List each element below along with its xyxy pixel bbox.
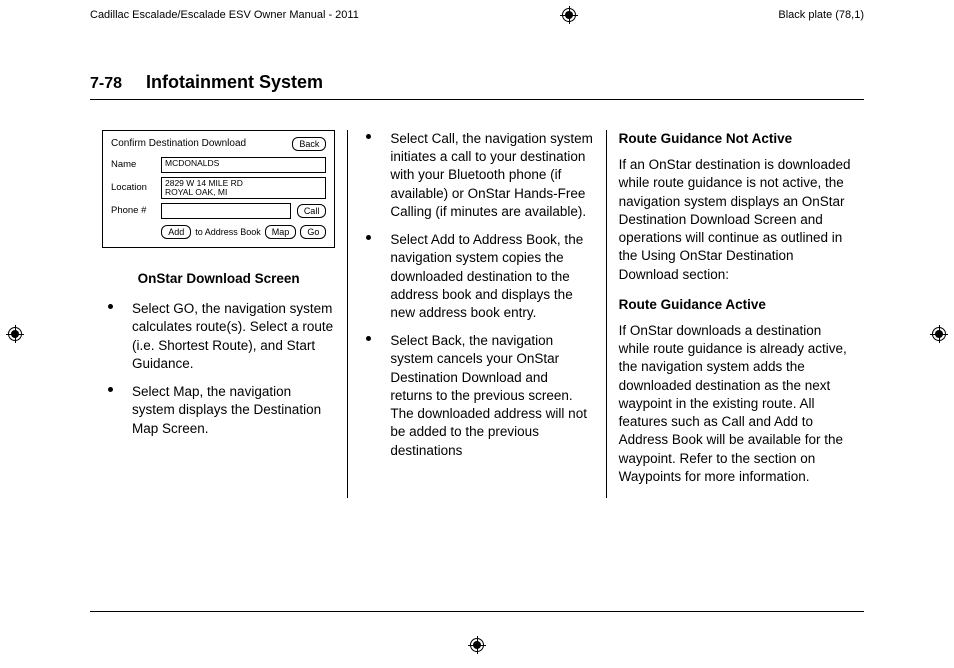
figure-to-ab-text: to Address Book: [195, 226, 261, 238]
bullet-icon: [108, 387, 113, 392]
col1-bullet-2: Select Map, the navigation system displa…: [102, 383, 335, 438]
col2-bullet-1: Select Call, the navigation system initi…: [360, 130, 593, 221]
bullet-icon: [366, 134, 371, 139]
col2-bullet-1-text: Select Call, the navigation system initi…: [390, 131, 593, 219]
col1-bullets: Select GO, the navigation system calcula…: [102, 300, 335, 438]
figure-title: Confirm Destination Download: [111, 137, 246, 151]
column-2: Select Call, the navigation system initi…: [347, 130, 605, 498]
figure-call-button: Call: [297, 204, 327, 218]
figure-go-button: Go: [300, 225, 326, 239]
col2-bullet-3: Select Back, the navigation system cance…: [360, 332, 593, 460]
manual-title: Cadillac Escalade/Escalade ESV Owner Man…: [90, 9, 359, 21]
bullet-icon: [366, 235, 371, 240]
col2-bullet-2: Select Add to Address Book, the navigati…: [360, 231, 593, 322]
col3-heading-1: Route Guidance Not Active: [619, 130, 852, 148]
onstar-screen-figure: Confirm Destination Download Back Name M…: [102, 130, 335, 248]
page-header: 7-78 Infotainment System: [90, 72, 864, 100]
col2-bullet-3-text: Select Back, the navigation system cance…: [390, 333, 587, 457]
column-1: Confirm Destination Download Back Name M…: [90, 130, 347, 498]
bullet-icon: [366, 336, 371, 341]
col2-bullets: Select Call, the navigation system initi…: [360, 130, 593, 460]
section-title: Infotainment System: [146, 72, 323, 93]
crop-mark-left: [6, 325, 24, 343]
fig-loc-label: Location: [111, 182, 155, 195]
col1-bullet-1: Select GO, the navigation system calcula…: [102, 300, 335, 373]
figure-caption: OnStar Download Screen: [102, 270, 335, 288]
fig-name-value: MCDONALDS: [161, 157, 326, 173]
col2-bullet-2-text: Select Add to Address Book, the navigati…: [390, 232, 583, 320]
col3-heading-2: Route Guidance Active: [619, 296, 852, 314]
plate-label: Black plate (78,1): [778, 9, 864, 21]
figure-back-button: Back: [292, 137, 326, 151]
column-3: Route Guidance Not Active If an OnStar d…: [606, 130, 864, 498]
crop-mark-bottom: [468, 636, 486, 654]
fig-name-label: Name: [111, 159, 155, 172]
header-crop-mark: [359, 6, 779, 24]
bullet-icon: [108, 304, 113, 309]
printer-header: Cadillac Escalade/Escalade ESV Owner Man…: [0, 0, 954, 30]
crop-mark-right: [930, 325, 948, 343]
col3-para-1: If an OnStar destination is downloaded w…: [619, 156, 852, 284]
page-number: 7-78: [90, 75, 122, 93]
fig-phone-value: [161, 203, 291, 219]
figure-map-button: Map: [265, 225, 297, 239]
fig-phone-label: Phone #: [111, 205, 155, 218]
col1-bullet-2-text: Select Map, the navigation system displa…: [132, 384, 321, 435]
col1-bullet-1-text: Select GO, the navigation system calcula…: [132, 301, 333, 371]
content-columns: Confirm Destination Download Back Name M…: [90, 130, 864, 498]
footer-rule: [90, 611, 864, 612]
col3-para-2: If OnStar downloads a destination while …: [619, 322, 852, 486]
figure-add-button: Add: [161, 225, 191, 239]
fig-loc-value: 2829 W 14 MILE RD ROYAL OAK, MI: [161, 177, 326, 199]
